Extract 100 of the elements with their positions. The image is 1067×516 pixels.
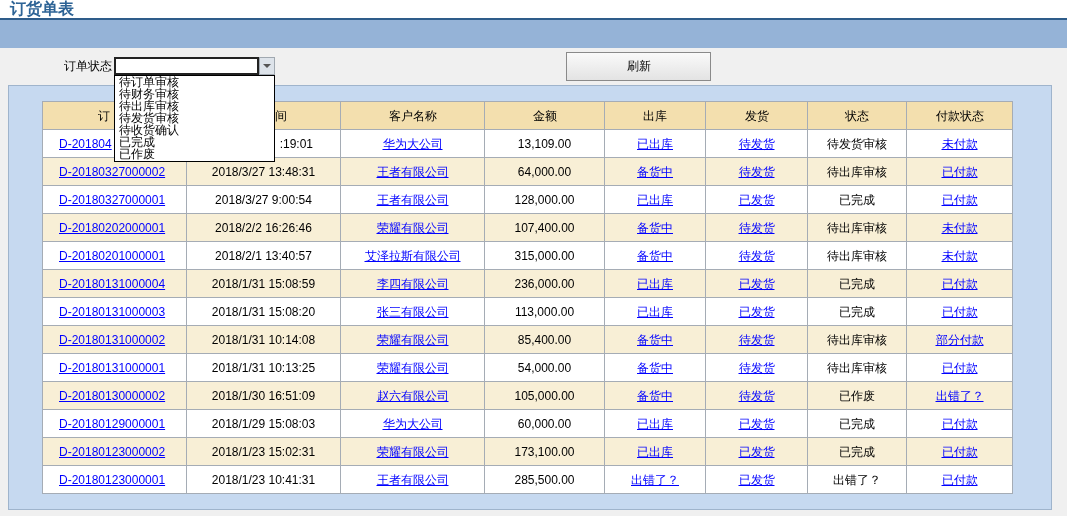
table-link[interactable]: 未付款 — [941, 246, 978, 265]
dropdown-option[interactable]: 已完成 — [119, 136, 270, 148]
table-link[interactable]: D-20180327000002 — [59, 162, 166, 181]
table-link[interactable]: 华为大公司 — [382, 134, 443, 153]
table-link[interactable]: 王者有限公司 — [376, 190, 449, 209]
table-link[interactable]: 已付款 — [941, 302, 978, 321]
table-cell-text: 113,000.00 — [514, 303, 575, 321]
table-link[interactable]: 已付款 — [941, 190, 978, 209]
table-link[interactable]: D-20180130000002 — [59, 386, 166, 405]
table-link[interactable]: 赵六有限公司 — [376, 386, 449, 405]
table-link[interactable]: 已发货 — [738, 190, 775, 209]
table-link[interactable]: 出错了？ — [631, 470, 679, 489]
table-cell-text: 已完成 — [839, 191, 875, 209]
table-link[interactable]: 王者有限公司 — [376, 162, 449, 181]
column-header: 出库 — [643, 107, 667, 125]
table-cell-text: 236,000.00 — [514, 275, 575, 293]
table-link[interactable]: 张三有限公司 — [376, 302, 449, 321]
table-link[interactable]: 已出库 — [637, 190, 673, 209]
table-cell-text: 待出库审核 — [827, 359, 887, 377]
dropdown-option[interactable]: 待发货审核 — [119, 112, 270, 124]
dropdown-option[interactable]: 待订单审核 — [119, 76, 270, 88]
dropdown-option[interactable]: 待收货确认 — [119, 124, 270, 136]
table-link[interactable]: D-20180201000001 — [59, 246, 166, 265]
table-link[interactable]: D-20180131000001 — [59, 358, 166, 377]
table-cell-text: 待发货审核 — [827, 135, 887, 153]
table-link[interactable]: 已出库 — [637, 442, 673, 461]
table-link[interactable]: 部分付款 — [935, 330, 984, 349]
table-link[interactable]: 待发货 — [738, 246, 775, 265]
table-link[interactable]: 李四有限公司 — [376, 274, 449, 293]
dropdown-option[interactable]: 待财务审核 — [119, 88, 270, 100]
table-cell-text: 2018/1/29 15:08:03 — [211, 415, 316, 433]
table-link[interactable]: D-20180327000001 — [59, 190, 166, 209]
table-link[interactable]: 已发货 — [738, 470, 775, 489]
table-link[interactable]: 已发货 — [738, 442, 775, 461]
table-link[interactable]: 华为大公司 — [382, 414, 443, 433]
table-link[interactable]: 已付款 — [941, 414, 978, 433]
table-cell-text: 待出库审核 — [827, 163, 887, 181]
table-cell-text: 2018/1/31 10:13:25 — [211, 359, 316, 377]
table-link[interactable]: 已出库 — [637, 134, 673, 153]
column-header: 订 — [98, 107, 110, 125]
table-link[interactable]: 待发货 — [738, 386, 775, 405]
table-link[interactable]: 备货中 — [637, 162, 673, 181]
table-cell-text: 107,400.00 — [514, 219, 575, 237]
table-link[interactable]: 未付款 — [941, 218, 978, 237]
table-link[interactable]: 已出库 — [637, 302, 673, 321]
dropdown-option[interactable]: 已作废 — [119, 148, 270, 160]
table-cell-text: 已完成 — [839, 415, 875, 433]
table-link[interactable]: D-20180129000001 — [59, 414, 166, 433]
table-link[interactable]: 荣耀有限公司 — [376, 358, 449, 377]
table-link[interactable]: 待发货 — [738, 330, 775, 349]
table-link[interactable]: D-20180123000002 — [59, 442, 166, 461]
table-link[interactable]: 荣耀有限公司 — [376, 218, 449, 237]
table-link[interactable]: 荣耀有限公司 — [376, 442, 449, 461]
table-cell-text: 285,500.00 — [514, 471, 575, 489]
table-link[interactable]: 已发货 — [738, 274, 775, 293]
table-link[interactable]: 已付款 — [941, 274, 978, 293]
table-link[interactable]: 备货中 — [637, 358, 673, 377]
table-link[interactable]: 已发货 — [738, 414, 775, 433]
table-link[interactable]: 备货中 — [637, 246, 673, 265]
table-link[interactable]: 王者有限公司 — [376, 470, 449, 489]
table-link[interactable]: 已付款 — [941, 358, 978, 377]
table-cell-text: 2018/3/27 9:00:54 — [215, 191, 312, 209]
table-link[interactable]: D-20180131000003 — [59, 302, 166, 321]
table-link[interactable]: D-20180123000001 — [59, 470, 166, 489]
table-link[interactable]: D-20180202000001 — [59, 218, 166, 237]
table-link[interactable]: 已出库 — [637, 414, 673, 433]
table-link[interactable]: 艾泽拉斯有限公司 — [364, 246, 461, 265]
column-header: 状态 — [845, 107, 869, 125]
table-link[interactable]: 备货中 — [637, 386, 673, 405]
table-cell-text: 128,000.00 — [514, 191, 575, 209]
table-link[interactable]: 出错了？ — [935, 386, 984, 405]
table-link[interactable]: 待发货 — [738, 218, 775, 237]
table-link[interactable]: 已付款 — [941, 162, 978, 181]
table-link[interactable]: 未付款 — [941, 134, 978, 153]
table-link[interactable]: 已发货 — [738, 302, 775, 321]
table-link[interactable]: 已付款 — [941, 442, 978, 461]
table-link[interactable]: 待发货 — [738, 162, 775, 181]
table-link[interactable]: 已付款 — [941, 470, 978, 489]
table-link[interactable]: 待发货 — [738, 358, 775, 377]
column-header: 发货 — [744, 107, 769, 125]
table-cell-text: 2018/1/31 10:14:08 — [211, 331, 316, 349]
page-title: 订货单表 — [10, 0, 74, 18]
table-link[interactable]: D-20180131000004 — [59, 274, 166, 293]
table-link[interactable]: D-20180131000002 — [59, 330, 166, 349]
table-cell-text: 待出库审核 — [827, 247, 887, 265]
table-link[interactable]: 待发货 — [738, 134, 775, 153]
table-link[interactable]: D-201804 — [59, 134, 112, 153]
status-select[interactable] — [114, 57, 275, 75]
table-cell-text: 173,100.00 — [514, 443, 575, 461]
refresh-button[interactable]: 刷新 — [566, 51, 711, 81]
table-cell-text: 2018/1/31 15:08:20 — [211, 303, 316, 321]
table-cell-text: 2018/1/23 15:02:31 — [211, 443, 316, 461]
dropdown-option[interactable]: 待出库审核 — [119, 100, 270, 112]
dropdown-arrow-icon[interactable] — [263, 64, 271, 68]
table-cell-text: 已完成 — [839, 303, 875, 321]
table-link[interactable]: 已出库 — [637, 274, 673, 293]
table-link[interactable]: 荣耀有限公司 — [376, 330, 449, 349]
table-link[interactable]: 备货中 — [637, 330, 673, 349]
table-cell-text: 待出库审核 — [827, 219, 887, 237]
table-link[interactable]: 备货中 — [637, 218, 673, 237]
